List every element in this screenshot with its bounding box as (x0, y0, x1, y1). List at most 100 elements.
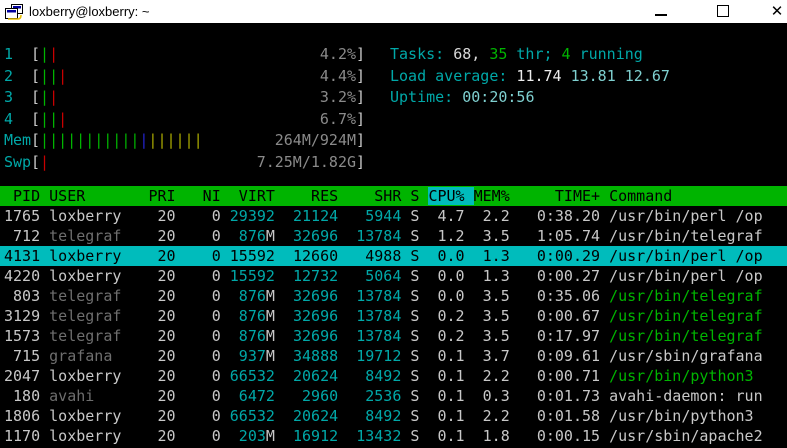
cell-command: /usr/bin/telegraf (609, 307, 763, 325)
meter-bar: | (112, 131, 122, 149)
cpu4-label: 4 (4, 109, 14, 128)
cell-ni: 0 (184, 327, 221, 345)
column-header-pri[interactable]: PRI (139, 187, 175, 205)
meter-open-bracket: [ (31, 152, 41, 171)
cell-pri: 20 (139, 347, 176, 365)
process-row[interactable]: 1765 loxberry 20 0 29392 21124 5944 S 4.… (0, 206, 787, 226)
cell-pid: 1170 (4, 427, 41, 445)
cell-shr: 5944 (347, 207, 402, 225)
cell-ni: 0 (184, 307, 221, 325)
cell-pid: 3129 (4, 307, 41, 325)
meter-bar: | (58, 131, 68, 149)
cell-pri: 20 (139, 427, 176, 445)
cell-pri: 20 (139, 287, 176, 305)
cell-cpu-percent: 4.7 (428, 207, 465, 225)
cell-state: S (410, 267, 420, 285)
swp-value: 7.25M/1.82G (256, 152, 357, 171)
cell-res: 20624 (283, 407, 339, 425)
column-header-s[interactable]: S (410, 187, 419, 205)
process-row[interactable]: 712 telegraf 20 0 876M 32696 13784 S 1.2… (0, 226, 787, 246)
cell-mem-percent: 0.3 (473, 387, 510, 405)
cell-virt: 6472 (229, 387, 275, 405)
cell-ni: 0 (184, 287, 221, 305)
cell-virt: 29392 (229, 207, 275, 225)
swp-meter: Swp[| 7.25M/1.82G] (4, 152, 787, 174)
cell-user: loxberry (49, 247, 131, 265)
load-1min: 11.74 (516, 66, 562, 85)
meter-bar: | (184, 131, 194, 149)
cell-res: 16912 (283, 427, 339, 445)
cell-user: telegraf (49, 307, 131, 325)
table-header[interactable]: PID USER PRI NI VIRT RES SHR S CPU% MEM%… (0, 186, 787, 206)
cell-user: telegraf (49, 327, 131, 345)
cell-virt: 66532 (229, 367, 275, 385)
cell-command: /usr/bin/telegraf (609, 327, 763, 345)
tasks-count: 68, (453, 45, 481, 63)
meter-bar: | (49, 66, 59, 85)
column-header-res[interactable]: RES (284, 187, 338, 205)
cell-pid: 1765 (4, 207, 41, 225)
cell-command: /usr/bin/perl /op (609, 247, 763, 265)
cpu4-value: 6.7% (319, 109, 357, 128)
process-row[interactable]: 1573 telegraf 20 0 876M 32696 13784 S 0.… (0, 326, 787, 346)
meter-open-bracket: [ (31, 66, 41, 85)
load-15min: 12.67 (624, 66, 670, 85)
column-header-mem[interactable]: MEM% (474, 187, 510, 205)
meter-bar: | (49, 88, 59, 106)
cell-res: 2960 (283, 387, 339, 405)
column-header-user[interactable]: USER (49, 187, 130, 205)
process-row[interactable]: 803 telegraf 20 0 876M 32696 13784 S 0.0… (0, 286, 787, 306)
cell-res: 12732 (283, 267, 339, 285)
cell-command: /usr/bin/telegraf (609, 287, 763, 305)
meter-bar: | (40, 45, 50, 63)
cell-pri: 20 (139, 247, 176, 265)
column-header-ni[interactable]: NI (185, 187, 221, 205)
threads-count: 35 (489, 45, 508, 63)
cell-shr: 13784 (347, 287, 402, 305)
close-button[interactable]: ✕ (768, 2, 786, 20)
cell-ni: 0 (184, 247, 221, 265)
cell-cpu-percent: 0.1 (428, 347, 465, 365)
cell-res: 20624 (283, 367, 339, 385)
meter-bar: | (103, 131, 113, 149)
column-header-cpu[interactable]: CPU% (428, 187, 474, 205)
mem-bar-area: |||||||||||||||||| 264M/924M (40, 130, 356, 152)
cell-command: avahi-daemon: run (609, 387, 763, 405)
maximize-button[interactable] (714, 2, 732, 20)
column-header-command[interactable]: Command (609, 187, 672, 205)
column-header-pid[interactable]: PID (4, 187, 40, 205)
mem-meter: Mem[|||||||||||||||||| 264M/924M] (4, 130, 787, 152)
process-row[interactable]: 715 grafana 20 0 937M 34888 19712 S 0.1 … (0, 346, 787, 366)
cell-shr: 13784 (347, 307, 402, 325)
minimize-button[interactable] (652, 2, 670, 20)
meter-bar: | (49, 109, 59, 128)
mem-value: 264M/924M (274, 131, 357, 149)
cell-res: 32696 (283, 307, 339, 325)
cell-virt: 876 (229, 327, 266, 345)
column-header-virt[interactable]: VIRT (230, 187, 275, 205)
meter-close-bracket: ] (356, 131, 366, 149)
process-row[interactable]: 4220 loxberry 20 0 15592 12732 5064 S 0.… (0, 266, 787, 286)
meter-bar: | (76, 131, 86, 149)
process-row[interactable]: 4131 loxberry 20 0 15592 12660 4988 S 0.… (0, 246, 787, 266)
process-row[interactable]: 3129 telegraf 20 0 876M 32696 13784 S 0.… (0, 306, 787, 326)
cell-virt: 937 (229, 347, 266, 365)
column-header-time[interactable]: TIME+ (519, 187, 600, 205)
process-row[interactable]: 2047 loxberry 20 0 66532 20624 8492 S 0.… (0, 366, 787, 386)
terminal: 1[|| 4.2%] 2[||| 4.4%] 3[|| 3.2%] 4[||| 6.7%] Me… (0, 23, 787, 448)
cell-virt: 876 (229, 227, 266, 245)
process-row[interactable]: 1170 loxberry 20 0 203M 16912 13432 S 0.… (0, 426, 787, 446)
process-row[interactable]: 1806 loxberry 20 0 66532 20624 8492 S 0.… (0, 406, 787, 426)
window-title: loxberry@loxberry: ~ (29, 4, 150, 19)
swp-bar-area: | 7.25M/1.82G (40, 152, 356, 174)
cpu2-value: 4.4% (319, 66, 357, 85)
cell-state: S (410, 207, 420, 225)
cell-user: loxberry (49, 367, 131, 385)
column-header-shr[interactable]: SHR (347, 187, 401, 205)
meter-bar: | (193, 131, 203, 149)
running-count: 4 (561, 45, 571, 63)
process-row[interactable]: 180 avahi 20 0 6472 2960 2536 S 0.1 0.3 … (0, 386, 787, 406)
cell-pri: 20 (139, 407, 176, 425)
meter-open-bracket: [ (31, 88, 41, 106)
meter-close-bracket: ] (356, 152, 366, 171)
